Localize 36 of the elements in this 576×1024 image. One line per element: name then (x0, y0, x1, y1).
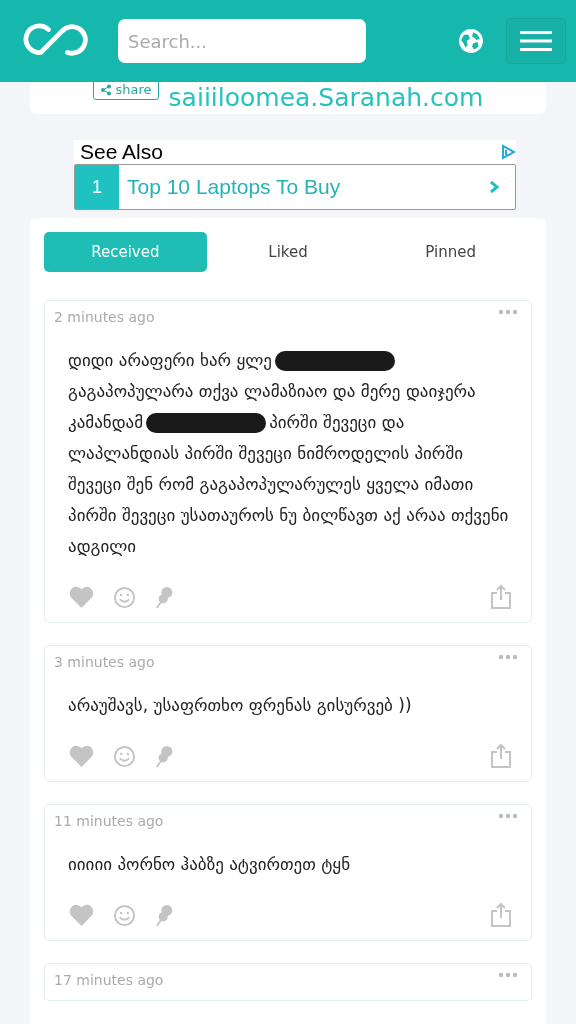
share-icon[interactable] (490, 902, 512, 928)
ad-link[interactable]: 1 Top 10 Laptops To Buy (74, 164, 516, 210)
smiley-icon[interactable] (113, 744, 136, 768)
heart-icon[interactable] (68, 744, 95, 768)
message-time: 2 minutes ago (54, 309, 155, 325)
tab[interactable]: Pinned (369, 232, 532, 272)
smiley-icon[interactable] (113, 585, 136, 609)
share-icon (99, 83, 112, 96)
ad-choices-icon[interactable] (500, 144, 516, 160)
tab[interactable]: Received (44, 232, 207, 272)
ad-number: 1 (75, 165, 119, 209)
message-time: 11 minutes ago (54, 813, 164, 829)
share-icon[interactable] (490, 584, 512, 610)
ad-title: See Also (80, 140, 163, 164)
heart-icon[interactable] (68, 903, 95, 927)
share-button[interactable]: share (92, 82, 159, 100)
message-time: 3 minutes ago (54, 654, 155, 670)
message-text: იიიიი პორნო ჰაბზე ატვირთეთ ტყნ (68, 853, 352, 876)
globe-icon[interactable] (458, 28, 484, 54)
ad-text: Top 10 Laptops To Buy (126, 175, 342, 199)
smiley-icon[interactable] (113, 903, 136, 927)
message-time: 17 minutes ago (54, 972, 164, 988)
more-icon[interactable] (498, 813, 518, 819)
more-icon[interactable] (498, 654, 518, 660)
more-icon[interactable] (498, 309, 518, 315)
search-field[interactable]: Search... (118, 19, 366, 63)
share-icon[interactable] (490, 743, 512, 769)
heart-icon[interactable] (68, 585, 95, 609)
tab[interactable]: Liked (206, 232, 370, 272)
menu-button[interactable] (506, 18, 566, 64)
message-text: არაუშავს, უსაფრთხო ფრენას გისურვებ )) (68, 694, 413, 717)
profile-link[interactable]: saiiiloomea.Saranah.com (168, 82, 484, 114)
more-icon[interactable] (498, 972, 518, 978)
message-text: დიდი არაფერი ხარ ყლე გაგაპოპულარა თქვა ლამაზიაო და მერე დაიჯერა კამანდამ პირში შევეცი და ლაპლანდიას პირში შევეცი ნიმროდელის პირში შევეცი შენ რომ გაგაპოპულარულეს ყველა იმათი პირში შევეცი უსათაუროს ნუ ბილწავთ აქ არაა თქვენი ადგილი (68, 349, 510, 558)
menu-icon (520, 29, 552, 53)
chevron-icon (489, 180, 499, 194)
